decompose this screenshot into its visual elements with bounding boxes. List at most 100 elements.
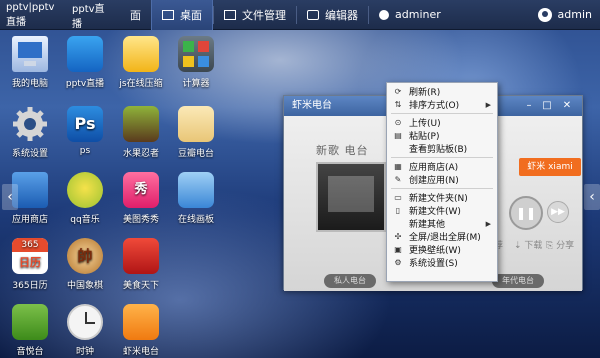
menu-item-app-store[interactable]: ▦ 应用商店(A) [387, 160, 497, 173]
compress-icon [123, 36, 159, 72]
desktop-icon-calendar[interactable]: 365 日历 365日历 [0, 238, 60, 291]
menu-divider [391, 157, 493, 158]
desktop-icon-my-computer[interactable]: 我的电脑 [0, 36, 60, 89]
close-icon[interactable]: ✕ [560, 99, 574, 113]
menu-item-sort[interactable]: ⇅ 排序方式(O) ▶ [387, 98, 497, 111]
tab-label: 编辑器 [325, 8, 358, 22]
calendar-icon: 365 日历 [12, 238, 48, 274]
menu-item-paste[interactable]: ▤ 粘贴(P) [387, 129, 497, 142]
tab-file-manager[interactable]: 文件管理 [214, 0, 296, 30]
icon-label: pptv直播 [65, 79, 105, 89]
desktop-icon-food[interactable]: 美食天下 [111, 238, 171, 291]
folder-icon: ▭ [394, 193, 402, 202]
desktop-icon-settings[interactable]: 系统设置 [0, 106, 60, 159]
desktop-icon-yinyuetai[interactable]: 音悦台 [0, 304, 60, 357]
menu-label: 查看剪贴板(B) [409, 145, 468, 155]
tab-pptv[interactable]: pptv直播 [72, 0, 120, 30]
private-station-button[interactable]: 私人电台 [324, 274, 376, 288]
next-track-button[interactable]: ▶▶ [547, 201, 569, 223]
paint-icon [178, 172, 214, 208]
menu-label: 应用商店(A) [409, 163, 459, 173]
icon-label: 豆瓣电台 [177, 149, 214, 159]
desktop-icon-qqmusic[interactable]: qq音乐 [55, 172, 115, 225]
menu-item-new-file[interactable]: ▯ 新建文件(W) [387, 204, 497, 217]
tab-label: 桌面 [180, 8, 202, 22]
share-label: 分享 [556, 241, 575, 251]
menu-label: 粘贴(P) [409, 132, 440, 142]
prev-desktop-arrow[interactable]: ‹ [2, 184, 18, 210]
desktop-icon-calculator[interactable]: 计算器 [166, 36, 226, 89]
submenu-arrow-icon: ▶ [485, 219, 491, 228]
file-icon: ▯ [395, 206, 401, 215]
minimize-icon[interactable]: – [522, 99, 536, 113]
menu-label: 新建文件(W) [409, 207, 461, 217]
desktop-icon-fruit-ninja[interactable]: 水果忍者 [111, 106, 171, 159]
menu-item-refresh[interactable]: ⟳ 刷新(R) [387, 85, 497, 98]
menu-item-create-app[interactable]: ✎ 创建应用(N) [387, 173, 497, 186]
desktop-icon-ps[interactable]: Ps ps [55, 106, 115, 156]
desktop-icon-pptv[interactable]: pptv直播 [55, 36, 115, 89]
menu-item-new-other[interactable]: 新建其他 ▶ [387, 217, 497, 231]
tab-editor[interactable]: 编辑器 [297, 0, 368, 30]
menu-item-settings[interactable]: ⚙ 系统设置(S) [387, 256, 497, 269]
menu-item-clipboard[interactable]: 查看剪贴板(B) [387, 142, 497, 155]
icon-label: 水果忍者 [122, 149, 159, 159]
window-title: 虾米电台 [292, 100, 332, 111]
tab-label: adminer [395, 8, 441, 21]
icon-label: qq音乐 [70, 215, 100, 225]
desktop-icon [162, 9, 174, 20]
file-manager-icon [224, 9, 236, 20]
tab-desktop[interactable]: 桌面 [151, 0, 213, 30]
gear-icon [12, 106, 48, 142]
desktop-icon-douban[interactable]: 豆瓣电台 [166, 106, 226, 159]
desktop-icon-chess[interactable]: 帥 中国象棋 [55, 238, 115, 291]
submenu-arrow-icon: ▶ [485, 100, 491, 109]
download-label: 下载 [524, 241, 543, 251]
icon-label: 美图秀秀 [122, 215, 159, 225]
settings-icon: ⚙ [394, 258, 402, 267]
username: admin [557, 8, 592, 21]
era-station-button[interactable]: 年代电台 [492, 274, 544, 288]
menu-label: 全屏/退出全屏(M) [409, 233, 481, 243]
clock-icon [67, 304, 103, 340]
store-icon: ▦ [394, 162, 402, 171]
meitu-icon: 秀 [123, 172, 159, 208]
xiami-logo: 虾米 xiami [519, 158, 581, 176]
menu-label: 新建其他 [409, 220, 446, 230]
desktop-icon-paint[interactable]: 在线画板 [166, 172, 226, 225]
menu-label: 刷新(R) [409, 88, 441, 98]
douban-icon [178, 106, 214, 142]
wallpaper-icon: ▣ [394, 245, 402, 254]
desktop-icon-js-compress[interactable]: js在线压缩 [111, 36, 171, 89]
download-action[interactable]: ⇣ 下载 [514, 238, 542, 251]
desktop-icon-clock[interactable]: 时钟 [55, 304, 115, 357]
tab-pptv-left[interactable]: pptv|pptv直播 [0, 0, 72, 30]
sort-icon: ⇅ [394, 100, 402, 109]
user-menu[interactable]: admin [537, 7, 600, 22]
menu-label: 创建应用(N) [409, 176, 459, 186]
tab-adminer[interactable]: adminer [369, 0, 451, 30]
computer-icon [12, 36, 48, 72]
pause-button[interactable]: ❚❚ [509, 196, 543, 230]
menu-divider [391, 113, 493, 114]
tab-partial[interactable]: 面 [120, 0, 151, 30]
icon-label: 音悦台 [16, 347, 44, 357]
maximize-icon[interactable]: □ [540, 99, 554, 113]
desktop-icon-xiami[interactable]: 虾米电台 [111, 304, 171, 357]
upload-icon: ⊙ [394, 118, 402, 127]
next-desktop-arrow[interactable]: ‹ [584, 184, 600, 210]
context-menu: ⟳ 刷新(R) ⇅ 排序方式(O) ▶ ⊙ 上传(U) ▤ 粘贴(P) 查看剪贴板(B) … [386, 82, 498, 282]
editor-icon [307, 9, 319, 20]
chess-icon: 帥 [67, 238, 103, 274]
menu-label: 上传(U) [409, 119, 441, 129]
share-action[interactable]: ⎘ 分享 [546, 238, 574, 251]
menu-item-fullscreen[interactable]: ✣ 全屏/退出全屏(M) [387, 230, 497, 243]
desktop-icon-meitu[interactable]: 秀 美图秀秀 [111, 172, 171, 225]
menu-item-upload[interactable]: ⊙ 上传(U) [387, 116, 497, 129]
icon-label: 中国象棋 [66, 281, 103, 291]
menu-item-new-folder[interactable]: ▭ 新建文件夹(N) [387, 191, 497, 204]
icon-label: ps [79, 146, 91, 156]
icon-label: 计算器 [182, 79, 210, 89]
icon-label: 时钟 [75, 347, 94, 357]
menu-item-wallpaper[interactable]: ▣ 更换壁纸(W) [387, 243, 497, 256]
